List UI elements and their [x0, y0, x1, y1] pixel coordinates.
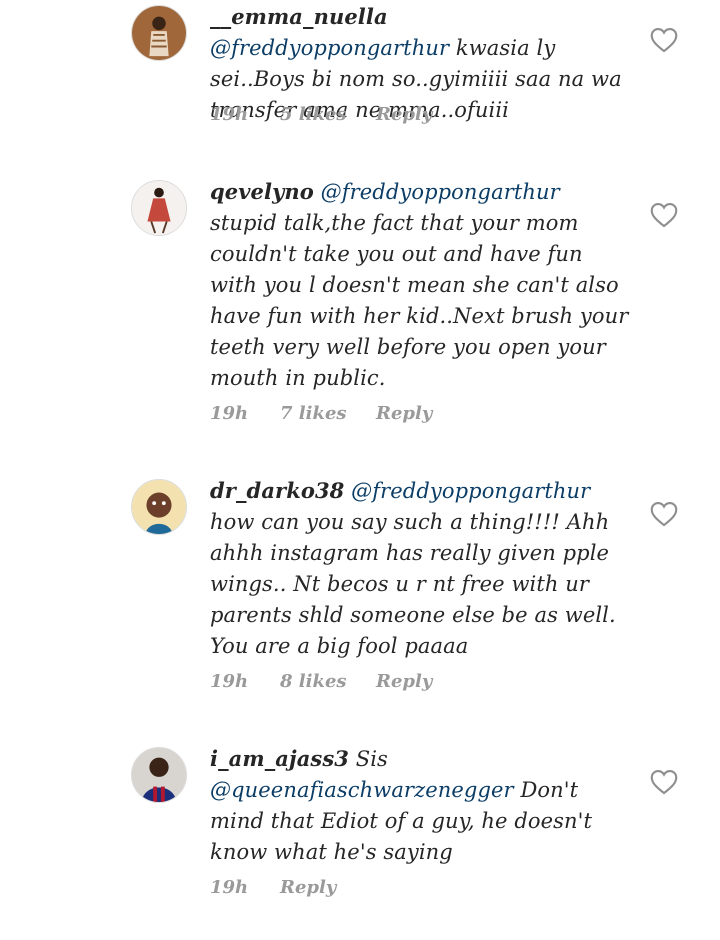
comment-mention[interactable]: @freddyoppongarthur	[351, 479, 590, 503]
comment-time: 19h	[210, 671, 249, 692]
reply-button[interactable]: Reply	[280, 877, 336, 898]
likes-count[interactable]: 5 likes	[280, 104, 347, 125]
comment-username[interactable]: dr_darko38	[210, 478, 344, 503]
comment-body: stupid talk,the fact that your mom could…	[210, 211, 629, 390]
comment-mention[interactable]: @queenafiaschwarzenegger	[210, 778, 514, 802]
comment-text: dr_darko38 @freddyoppongarthur how can y…	[210, 475, 630, 662]
comment-time: 19h	[210, 877, 249, 898]
avatar[interactable]	[131, 479, 187, 535]
comment-body: how can you say such a thing!!!! Ahh ahh…	[210, 510, 616, 658]
reply-button[interactable]: Reply	[376, 671, 432, 692]
likes-count[interactable]: 8 likes	[280, 671, 347, 692]
like-heart-icon[interactable]	[650, 202, 678, 228]
likes-count[interactable]: 7 likes	[280, 403, 347, 424]
reply-button[interactable]: Reply	[376, 104, 432, 125]
like-heart-icon[interactable]	[650, 769, 678, 795]
like-heart-icon[interactable]	[650, 501, 678, 527]
comment-time: 19h	[210, 403, 249, 424]
comment-username[interactable]: __emma_nuella	[210, 4, 388, 29]
comment-mention[interactable]: @freddyoppongarthur	[210, 36, 449, 60]
avatar[interactable]	[131, 747, 187, 803]
comment-text: i_am_ajass3 Sis @queenafiaschwarzenegger…	[210, 743, 630, 868]
avatar[interactable]	[131, 5, 187, 61]
avatar[interactable]	[131, 180, 187, 236]
comment-username[interactable]: i_am_ajass3	[210, 746, 349, 771]
reply-button[interactable]: Reply	[376, 403, 432, 424]
like-heart-icon[interactable]	[650, 27, 678, 53]
comment-time: 19h	[210, 104, 249, 125]
comment-username[interactable]: qevelyno	[210, 179, 314, 204]
comment-mention[interactable]: @freddyoppongarthur	[321, 180, 560, 204]
comment-prefix: Sis	[348, 747, 388, 771]
comment-text: qevelyno @freddyoppongarthur stupid talk…	[210, 176, 630, 394]
